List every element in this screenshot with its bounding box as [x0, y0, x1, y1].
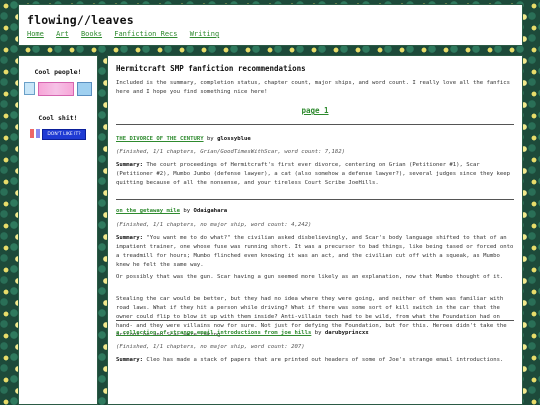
fic-title-line: on the getaway mile by Odaigahara [116, 208, 228, 214]
site-header: flowing//leaves Home Art Books Fanfictio… [18, 4, 523, 46]
nav-fanfiction-recs[interactable]: Fanfiction Recs [114, 30, 177, 38]
mini-badge-2[interactable] [36, 129, 41, 138]
page-1-link[interactable]: page 1 [116, 106, 514, 115]
main-nav: Home Art Books Fanfiction Recs Writing [27, 30, 227, 38]
fic-excerpt: Or possibly that was the gun. Scar havin… [116, 274, 504, 280]
fic-summary: Summary: "You want me to do what?" the c… [116, 235, 514, 268]
fic-author: darubyprincxx [324, 330, 369, 336]
dont-like-it-button[interactable]: DON'T LIKE IT? [42, 129, 86, 140]
fic-title-link[interactable]: on the getaway mile [116, 208, 180, 214]
fic-title-line: THE DIVORCE OF THE CENTURY by glossyblue [116, 136, 251, 142]
fic-meta: (Finished, 1/1 chapters, no major ship, … [116, 222, 312, 228]
cool-people-badges [19, 82, 97, 96]
nav-writing[interactable]: Writing [190, 30, 220, 38]
main-content: Hermitcraft SMP fanfiction recommendatio… [107, 55, 523, 405]
fic-title-link[interactable]: THE DIVORCE OF THE CENTURY [116, 136, 204, 142]
fic-author: Odaigahara [193, 208, 228, 214]
friend-badge-3[interactable] [77, 82, 92, 96]
divider [116, 320, 514, 321]
nav-home[interactable]: Home [27, 30, 44, 38]
nav-books[interactable]: Books [81, 30, 102, 38]
cool-shit-badges: DON'T LIKE IT? [19, 129, 97, 140]
friend-badge-1[interactable] [24, 82, 35, 95]
fic-meta: (Finished, 1/1 chapters, Grian/GoodTimes… [116, 149, 346, 155]
fic-summary: Summary: Cleo has made a stack of papers… [116, 357, 504, 363]
fic-title-line: a collection of strange email introducti… [116, 330, 369, 336]
nav-art[interactable]: Art [56, 30, 69, 38]
intro-text: Included is the summary, completion stat… [116, 80, 511, 95]
sidebar: Cool people! Cool shit! DON'T LIKE IT? [18, 55, 98, 405]
fic-summary: Summary: The court proceedings of Hermit… [116, 162, 511, 186]
fic-title-link[interactable]: a collection of strange email introducti… [116, 330, 311, 336]
fic-meta: (Finished, 1/1 chapters, no major ship, … [116, 344, 305, 350]
divider [116, 124, 514, 125]
cool-people-heading: Cool people! [34, 68, 82, 76]
friend-badge-2[interactable] [38, 82, 74, 96]
site-title: flowing//leaves [27, 13, 134, 27]
page-title: Hermitcraft SMP fanfiction recommendatio… [116, 64, 306, 73]
mini-badge-1[interactable] [30, 129, 35, 138]
cool-shit-heading: Cool shit! [38, 114, 78, 122]
divider [116, 199, 514, 200]
fic-author: glossyblue [217, 136, 251, 142]
